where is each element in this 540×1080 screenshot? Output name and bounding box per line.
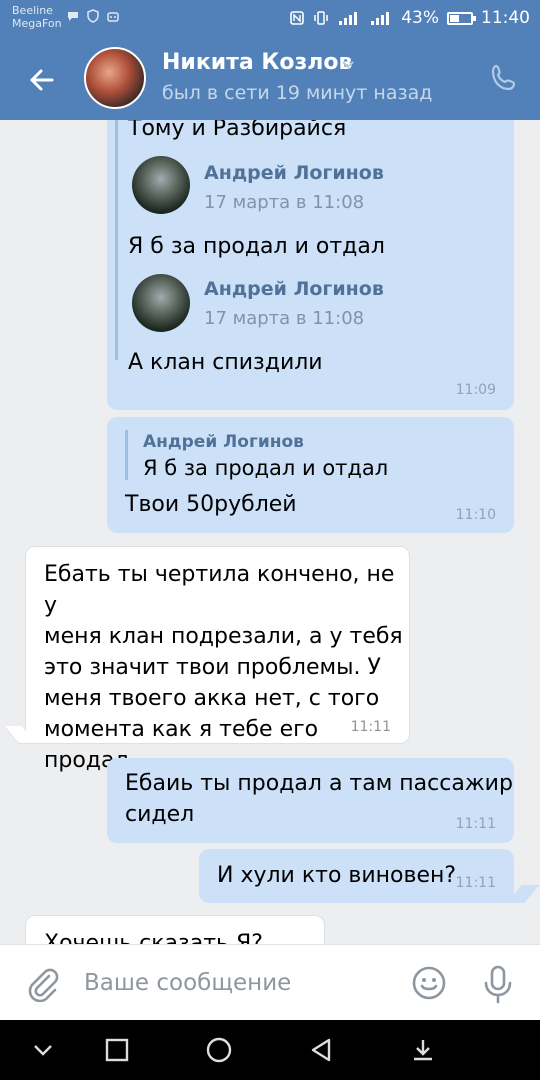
message-bubble-outgoing[interactable]: Андрей Логинов Я б за продал и отдал Тво…: [107, 417, 514, 533]
message-text: И хули кто виновен?: [217, 863, 457, 888]
last-seen-status: был в сети 19 минут назад: [162, 82, 433, 104]
nfc-icon: [290, 11, 305, 25]
message-bubble-incoming[interactable]: Хочешь сказать Я?: [25, 915, 325, 944]
message-input[interactable]: [84, 963, 384, 1003]
system-navigation-bar: [0, 1020, 540, 1080]
shield-notification-icon: [87, 9, 99, 23]
forwarded-date: 17 марта в 11:08: [204, 308, 365, 329]
message-text: Твои 50рублей: [125, 492, 297, 517]
emoji-icon[interactable]: [411, 965, 447, 1001]
reply-text: Я б за продал и отдал: [143, 456, 389, 480]
home-icon[interactable]: [204, 1035, 234, 1065]
forwarded-date: 17 марта в 11:08: [204, 192, 365, 213]
forwarded-partial-text: Тому и Разбирайся: [128, 120, 347, 141]
battery-fill: [450, 14, 460, 22]
notification-icons: [66, 9, 120, 23]
app-header-bar: Beeline MegaFon 43% 11:40 Никита Козлов …: [0, 0, 540, 120]
carrier-2: MegaFon: [12, 17, 62, 30]
forwarded-messages[interactable]: Тому и Разбирайся Андрей Логинов 17 март…: [115, 120, 505, 375]
chat-notification-icon: [68, 12, 78, 21]
chevron-down-icon[interactable]: [28, 1035, 58, 1065]
forwarded-author-name[interactable]: Андрей Логинов: [204, 278, 384, 300]
contact-name[interactable]: Никита Козлов: [162, 50, 352, 75]
signal-icon-2: [371, 12, 390, 25]
message-time: 11:10: [455, 507, 496, 523]
back-arrow-icon[interactable]: [22, 60, 62, 100]
paperclip-icon[interactable]: [24, 964, 60, 1002]
clock: 11:40: [481, 8, 530, 28]
message-composer: [0, 944, 540, 1020]
carrier-labels: Beeline MegaFon: [12, 4, 62, 30]
message-text: Ебать ты чертила кончено, не у меня клан…: [44, 559, 409, 776]
status-right: 43% 11:40: [289, 8, 530, 28]
status-bar: Beeline MegaFon 43% 11:40: [0, 0, 540, 38]
microphone-icon[interactable]: [481, 964, 515, 1004]
contact-avatar[interactable]: [84, 47, 146, 109]
message-time: 11:11: [350, 719, 391, 735]
message-list[interactable]: Тому и Разбирайся Андрей Логинов 17 март…: [0, 120, 540, 944]
back-triangle-icon[interactable]: [306, 1035, 336, 1065]
carrier-1: Beeline: [12, 4, 53, 17]
reply-author-name: Андрей Логинов: [143, 432, 304, 452]
forwarded-author-avatar[interactable]: [132, 274, 190, 332]
message-line: меня клан подрезали, а у тебя: [44, 624, 403, 649]
forwarded-author-name[interactable]: Андрей Логинов: [204, 162, 384, 184]
message-bubble-outgoing[interactable]: И хули кто виновен? 11:11: [199, 849, 514, 903]
message-text: Хочешь сказать Я?: [44, 931, 263, 944]
forwarded-text: А клан спиздили: [128, 350, 323, 375]
message-line: это значит твои проблемы. У: [44, 655, 381, 680]
message-line: меня твоего акка нет, с того: [44, 686, 380, 711]
message-bubble-outgoing[interactable]: Тому и Разбирайся Андрей Логинов 17 март…: [107, 120, 514, 410]
message-bubble-incoming[interactable]: Ебать ты чертила кончено, не у меня клан…: [25, 546, 410, 773]
message-time: 11:09: [455, 382, 496, 398]
message-line: Ебаиь ты продал а там пассажир: [125, 771, 513, 796]
robot-notification-icon: [107, 12, 119, 22]
recent-apps-icon[interactable]: [102, 1035, 132, 1065]
forwarded-author-avatar[interactable]: [132, 156, 190, 214]
phone-call-icon[interactable]: [488, 62, 520, 94]
chevron-down-icon[interactable]: [340, 56, 356, 72]
reply-quote[interactable]: Андрей Логинов Я б за продал и отдал: [125, 430, 425, 480]
vibrate-icon: [314, 11, 328, 25]
message-line: Ебать ты чертила кончено, не у: [44, 562, 395, 618]
signal-icon-1: [339, 12, 358, 25]
battery-icon: [447, 11, 476, 25]
forwarded-text: Я б за продал и отдал: [128, 234, 385, 259]
message-time: 11:11: [455, 875, 496, 891]
message-time: 11:11: [455, 816, 496, 832]
notification-pull-icon[interactable]: [408, 1035, 438, 1065]
chat-header: Никита Козлов был в сети 19 минут назад: [0, 38, 540, 120]
battery-percent: 43%: [401, 8, 439, 28]
message-bubble-outgoing[interactable]: Ебаиь ты продал а там пассажир сидел 11:…: [107, 758, 514, 843]
